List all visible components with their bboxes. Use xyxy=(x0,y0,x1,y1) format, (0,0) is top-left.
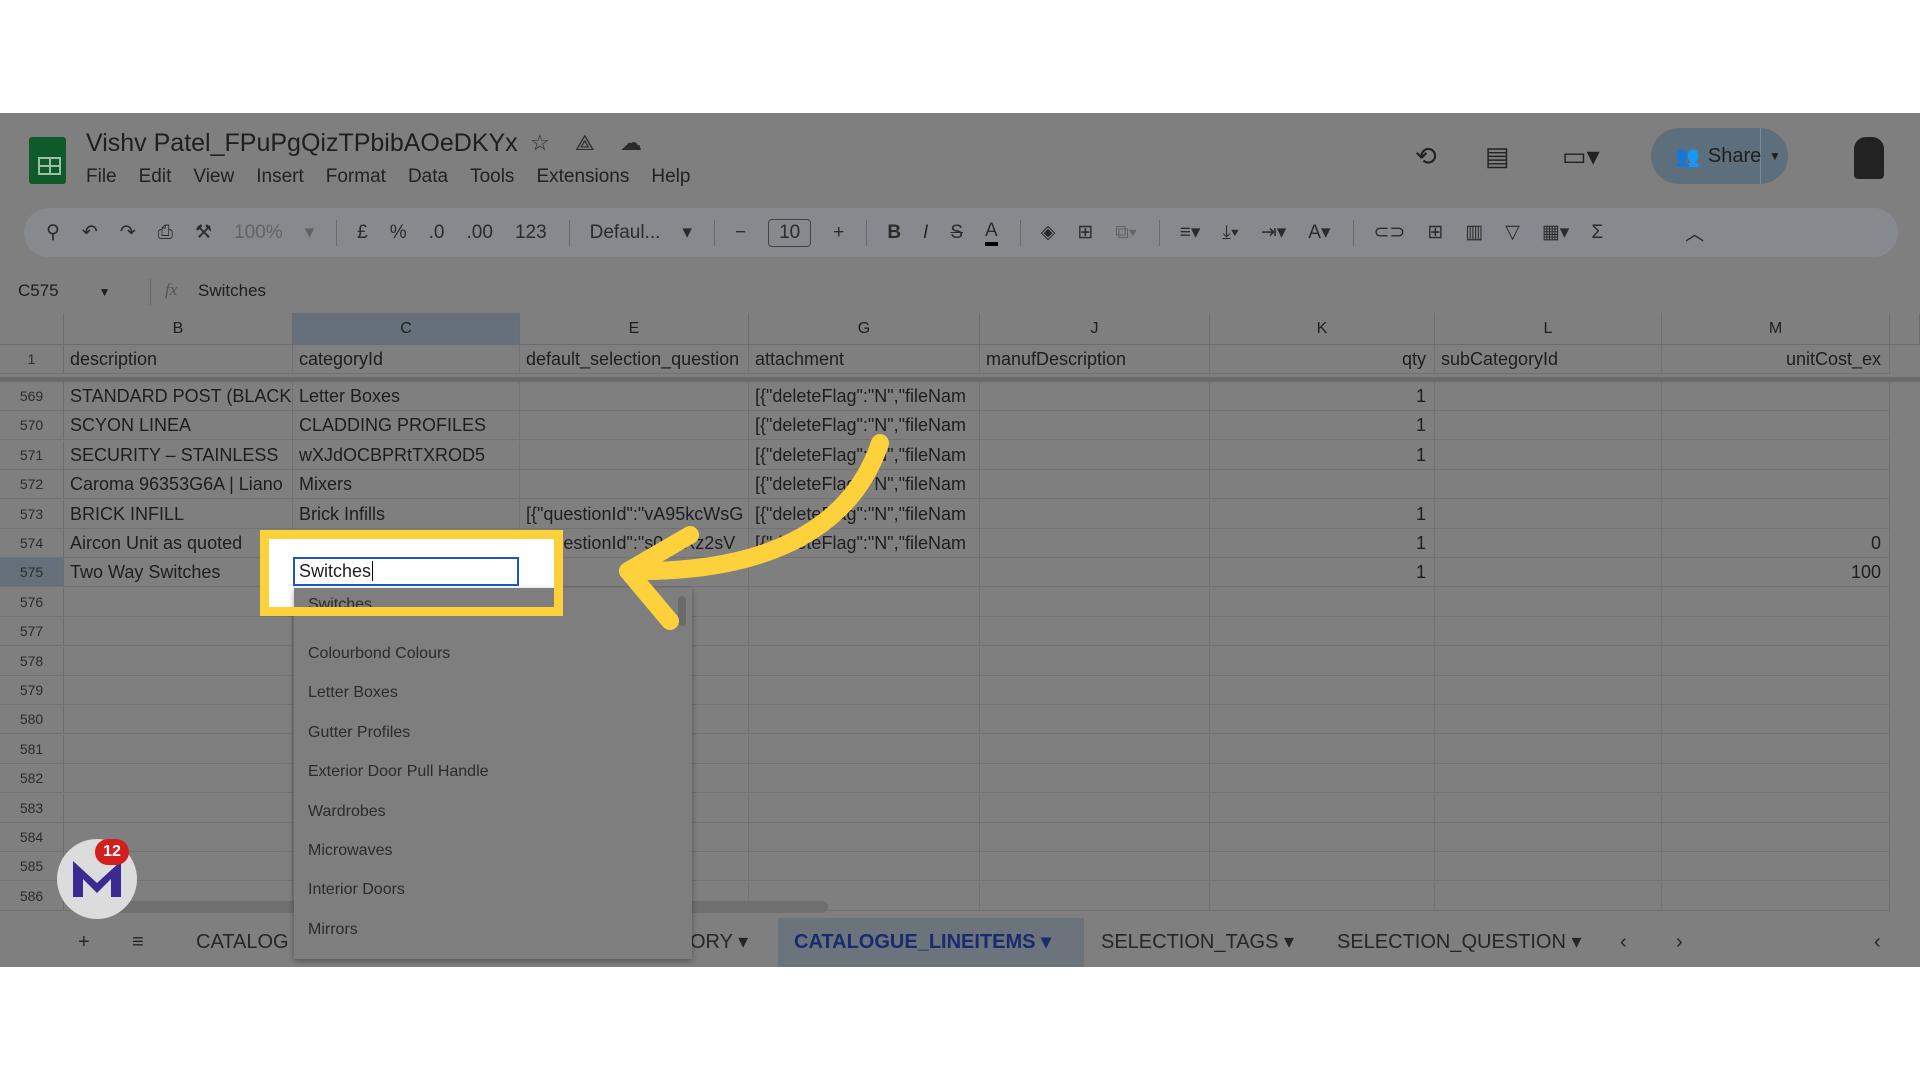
pointer-arrow-annotation xyxy=(619,434,889,630)
spreadsheet-app: Vishv Patel_FPuPgQizTPbibAOeDKYx ☆ ⟁ ☁ F… xyxy=(0,113,1920,967)
